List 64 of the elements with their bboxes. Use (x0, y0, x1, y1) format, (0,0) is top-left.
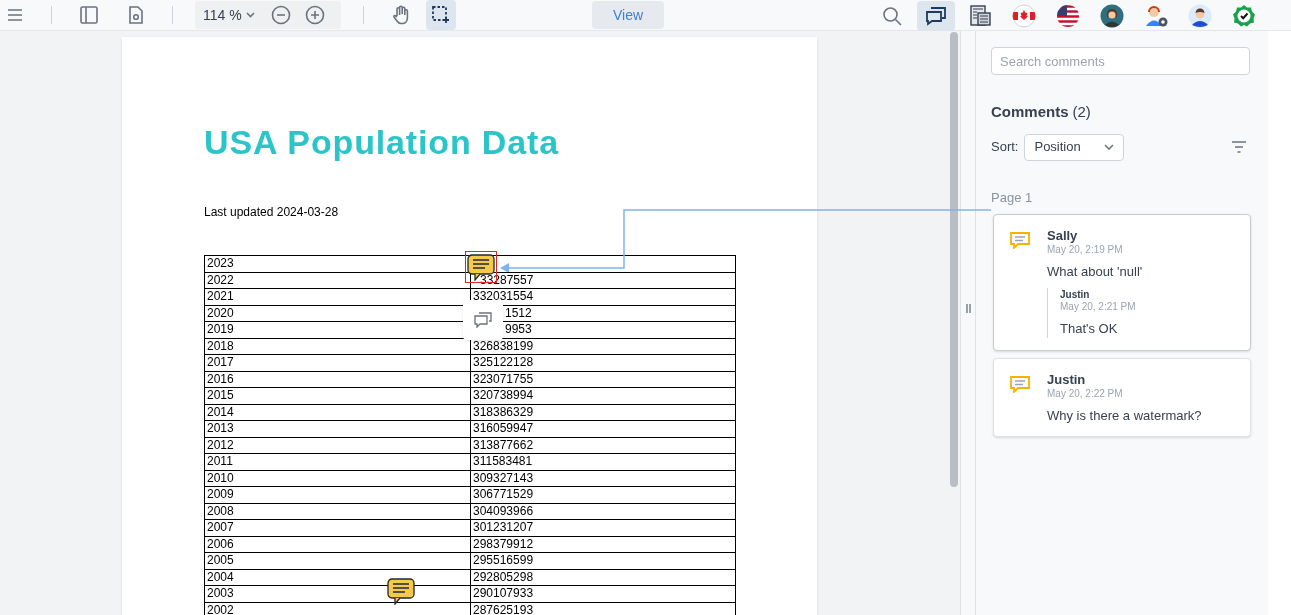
table-cell: 301231207 (473, 520, 534, 534)
comment-bubble-icon (1010, 232, 1030, 249)
table-cell: 1512 (505, 305, 532, 320)
table-cell: 332031554 (473, 289, 534, 303)
table-cell: 2010 (205, 470, 471, 486)
comment-count: (2) (1072, 102, 1091, 122)
caret-icon (1104, 144, 1115, 150)
table-cell: 311583481 (473, 454, 533, 468)
table-cell: 2013 (205, 421, 471, 437)
table-cell: 318386329 (473, 404, 534, 419)
sort-label: Sort: (991, 138, 1019, 157)
comment-author: Sally (1047, 228, 1079, 244)
comment-author: Justin (1047, 372, 1087, 388)
table-cell: 292805298 (473, 569, 534, 584)
page-label: Page 1 (991, 188, 1034, 207)
table-cell: 2006 (205, 536, 471, 552)
last-updated-text: Last updated 2024-03-28 (204, 204, 340, 221)
table-cell: 9953 (505, 322, 532, 336)
table-cell: 325122128 (473, 355, 534, 369)
table-cell: 2016 (205, 371, 471, 387)
note-annotation-icon[interactable] (387, 578, 415, 605)
selection-icon[interactable] (425, 0, 456, 30)
table-cell: 2015 (205, 388, 471, 404)
scrollbar[interactable] (950, 32, 958, 487)
table-cell: 306771529 (473, 487, 534, 501)
table-cell: 304093966 (473, 503, 534, 518)
table-cell: 2012 (205, 437, 471, 453)
comment-text: Why is there a watermark? (1047, 408, 1202, 424)
caret-icon (245, 12, 255, 18)
table-cell: 309327143 (473, 470, 534, 485)
table-cell: 2005 (205, 553, 471, 569)
table-cell: 2011 (205, 454, 471, 470)
comment-time: May 20, 2:22 PM (1047, 388, 1124, 400)
table-cell: 295516599 (473, 553, 534, 567)
comment-bubble-icon (1010, 376, 1030, 393)
table-cell: 2007 (205, 520, 471, 536)
reply-text: That's OK (1060, 321, 1119, 337)
table-cell: 323071755 (473, 371, 534, 386)
table-cell: 290107933 (473, 586, 534, 600)
comments-icon (474, 312, 492, 328)
sort-dropdown[interactable]: Position (1024, 133, 1125, 161)
table-cell: 2014 (205, 404, 471, 420)
table-cell: 2017 (205, 355, 471, 371)
table-cell: 326838199 (473, 338, 534, 353)
table-cell: 320738994 (473, 388, 534, 402)
comment-card[interactable]: Justin May 20, 2:22 PM Why is there a watermark? (993, 358, 1251, 437)
table-cell: 2008 (205, 503, 471, 519)
comment-time: May 20, 2:19 PM (1047, 244, 1124, 256)
document-title: USA Population Data (204, 125, 560, 159)
table-cell: 313877662 (473, 437, 534, 452)
comment-text: What about 'null' (1047, 264, 1143, 280)
filter-icon[interactable] (1231, 141, 1247, 153)
panel-title: Comments (991, 102, 1069, 122)
comment-button[interactable] (463, 300, 503, 340)
search-field[interactable]: Search comments (991, 47, 1250, 75)
comment-card[interactable]: Sally May 20, 2:19 PM What about 'null' Justin May 20, 2:21 PM That's OK (993, 214, 1251, 351)
comments-icon[interactable] (917, 0, 955, 31)
table-cell: 287625193 (473, 602, 534, 615)
table-cell: 2009 (205, 487, 471, 503)
splitter-handle[interactable] (965, 303, 971, 313)
reply-author: Justin (1060, 289, 1091, 301)
table-cell: 298379912 (473, 536, 534, 551)
reply-time: May 20, 2:21 PM (1060, 301, 1137, 313)
table-cell: 316059947 (473, 421, 534, 435)
